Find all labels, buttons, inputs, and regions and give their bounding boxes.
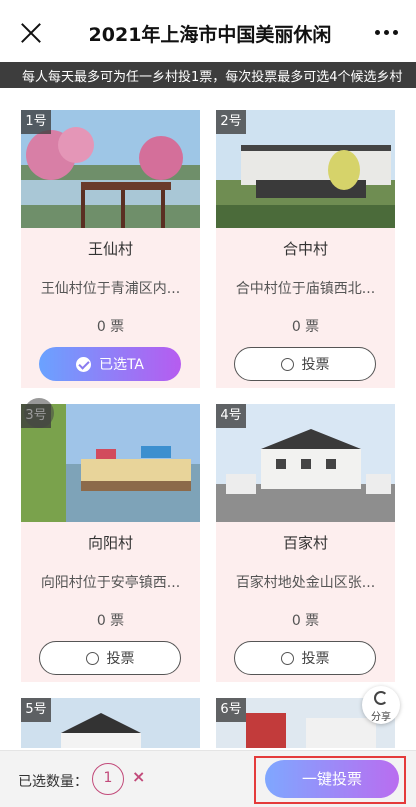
vote-button[interactable]: 投票 bbox=[234, 641, 376, 675]
share-label: 分享 bbox=[371, 712, 391, 723]
button-label: 投票 bbox=[301, 357, 330, 373]
vote-count: 0 票 bbox=[96, 613, 125, 629]
button-label: 投票 bbox=[301, 651, 330, 667]
page-title: 2021年上海市中国美丽休闲 bbox=[88, 24, 332, 46]
vote-button[interactable]: 投票 bbox=[39, 641, 181, 675]
vote-count: 0 票 bbox=[291, 613, 320, 629]
card-number-badge: 4号 bbox=[216, 404, 246, 428]
notice-text: 每人每天最多可为任一乡村投1票，每次投票最多可选4个候选乡村 bbox=[22, 70, 403, 85]
village-card: 3号 向阳村 向阳村位于安亭镇西... 0 票 投票 bbox=[21, 404, 200, 682]
share-button[interactable]: 分享 bbox=[362, 686, 400, 724]
card-number-badge: 1号 bbox=[21, 110, 51, 134]
vote-count: 0 票 bbox=[291, 319, 320, 335]
radio-icon bbox=[280, 651, 294, 665]
card-number-badge: 5号 bbox=[21, 698, 51, 722]
vote-all-button[interactable]: 一键投票 bbox=[265, 760, 399, 798]
button-label: 投票 bbox=[106, 651, 135, 667]
village-name: 向阳村 bbox=[87, 534, 133, 552]
top-navbar: 2021年上海市中国美丽休闲 bbox=[0, 0, 416, 64]
village-card: 2号 合中村 合中村位于庙镇西北... 0 票 投票 bbox=[216, 110, 395, 388]
village-card: 1号 王仙村 王仙村位于青浦区内... 0 票 已选TA bbox=[21, 110, 200, 388]
bottom-bar: 已选数量： 1 × 一键投票 bbox=[0, 750, 416, 807]
card-number-badge: 2号 bbox=[216, 110, 246, 134]
vote-button[interactable]: 投票 bbox=[234, 347, 376, 381]
radio-icon bbox=[85, 651, 99, 665]
village-description[interactable]: 百家村地处金山区张... bbox=[226, 572, 385, 592]
village-description[interactable]: 合中村位于庙镇西北... bbox=[226, 278, 385, 298]
check-icon bbox=[75, 356, 91, 372]
share-icon bbox=[374, 691, 388, 705]
village-card: 5号 bbox=[21, 698, 200, 748]
village-description[interactable]: 向阳村位于安亭镇西... bbox=[31, 572, 190, 592]
radio-icon bbox=[280, 357, 294, 371]
float-button[interactable] bbox=[24, 398, 54, 428]
notice-banner: 每人每天最多可为任一乡村投1票，每次投票最多可选4个候选乡村 bbox=[0, 62, 416, 88]
clear-selection-icon[interactable]: × bbox=[132, 767, 145, 786]
close-icon[interactable] bbox=[20, 22, 42, 44]
card-number-badge: 6号 bbox=[216, 698, 246, 722]
selected-button[interactable]: 已选TA bbox=[39, 347, 181, 381]
village-name: 王仙村 bbox=[87, 240, 133, 258]
village-name: 合中村 bbox=[282, 240, 328, 258]
vote-count: 0 票 bbox=[96, 319, 125, 335]
village-name: 百家村 bbox=[282, 534, 328, 552]
button-label: 已选TA bbox=[98, 357, 145, 373]
more-icon[interactable] bbox=[375, 30, 398, 35]
village-grid: 1号 王仙村 王仙村位于青浦区内... 0 票 已选TA 2号 合中村 合中村位… bbox=[0, 88, 416, 748]
village-card: 4号 百家村 百家村地处金山区张... 0 票 投票 bbox=[216, 404, 395, 682]
village-description[interactable]: 王仙村位于青浦区内... bbox=[31, 278, 190, 298]
selected-count-label: 已选数量： bbox=[18, 774, 88, 790]
selected-count-badge: 1 bbox=[92, 763, 124, 795]
